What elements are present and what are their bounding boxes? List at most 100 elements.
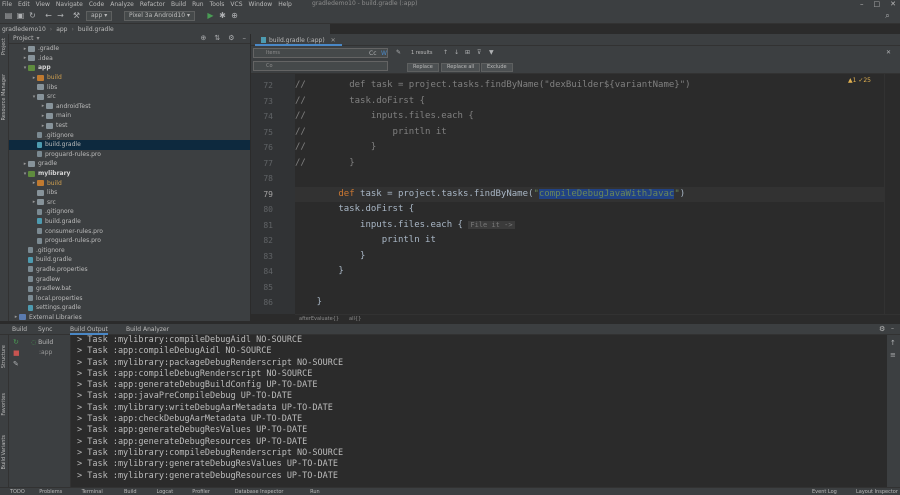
pin-icon[interactable]: ✎ bbox=[13, 360, 19, 368]
stop-icon[interactable]: ■ bbox=[13, 349, 20, 357]
menu-item-vcs[interactable]: VCS bbox=[230, 1, 242, 8]
tree-item[interactable]: ▾ mylibrary bbox=[9, 169, 250, 179]
hide-icon[interactable]: – bbox=[891, 325, 894, 332]
code-line[interactable]: // } bbox=[295, 140, 884, 156]
tree-item[interactable]: gradlew.bat bbox=[9, 284, 250, 294]
search-icon[interactable]: ⌕ bbox=[883, 11, 892, 20]
filter-icon[interactable]: ⊽ bbox=[477, 49, 481, 56]
tree-item[interactable]: build.gradle bbox=[9, 217, 250, 227]
tab-build-output[interactable]: Build Output bbox=[70, 326, 108, 335]
code-line[interactable]: // task.doFirst { bbox=[295, 94, 884, 110]
code-line[interactable] bbox=[295, 171, 884, 187]
debug-icon[interactable]: ✱ bbox=[218, 11, 227, 20]
gear-icon[interactable]: ⚙ bbox=[879, 325, 885, 333]
close-icon[interactable]: ✕ bbox=[886, 49, 891, 56]
collapse-all-icon[interactable]: ⇅ bbox=[214, 34, 220, 42]
stripe-favorites[interactable]: Favorites bbox=[1, 393, 7, 416]
breadcrumb-file[interactable]: build.gradle bbox=[78, 26, 114, 33]
gear-icon[interactable]: ⚙ bbox=[228, 34, 234, 42]
tree-item[interactable]: proguard-rules.pro bbox=[9, 150, 250, 160]
menu-item-window[interactable]: Window bbox=[249, 1, 273, 8]
tree-item[interactable]: .gitignore bbox=[9, 207, 250, 217]
tree-item[interactable]: consumer-rules.pro bbox=[9, 226, 250, 236]
forward-icon[interactable]: → bbox=[56, 11, 65, 20]
menu-item-file[interactable]: File bbox=[2, 1, 12, 8]
tree-item[interactable]: ▾ src bbox=[9, 92, 250, 102]
tree-item[interactable]: gradlew bbox=[9, 274, 250, 284]
locate-icon[interactable]: ⊕ bbox=[200, 34, 206, 42]
soft-wrap-icon[interactable]: ≡ bbox=[890, 351, 896, 359]
tree-item[interactable]: ▸ .idea bbox=[9, 54, 250, 64]
run-config-select[interactable]: app ▾ bbox=[86, 11, 113, 21]
back-icon[interactable]: ← bbox=[44, 11, 53, 20]
inspection-widget[interactable]: ▲1 ✓25 bbox=[848, 77, 871, 84]
attach-icon[interactable]: ⊕ bbox=[230, 11, 239, 20]
code-editor[interactable]: // def task = project.tasks.findByName("… bbox=[295, 74, 884, 314]
stripe-project[interactable]: Project bbox=[1, 38, 7, 55]
search-input[interactable]: Items bbox=[253, 48, 388, 58]
code-line[interactable]: } bbox=[295, 295, 884, 311]
menu-item-edit[interactable]: Edit bbox=[18, 1, 30, 8]
code-line[interactable]: inputs.files.each { File it -> bbox=[295, 218, 884, 234]
status-tab-database-inspector[interactable]: Database Inspector bbox=[235, 488, 284, 495]
tab-build[interactable]: Build bbox=[12, 326, 27, 333]
tree-item[interactable]: ▾ app bbox=[9, 63, 250, 73]
code-line[interactable] bbox=[295, 280, 884, 296]
tree-item[interactable]: ▸ gradle bbox=[9, 159, 250, 169]
menu-item-run[interactable]: Run bbox=[192, 1, 204, 8]
build-tree-item[interactable]: :app bbox=[39, 349, 52, 356]
stripe-structure[interactable]: Structure bbox=[1, 345, 7, 368]
menu-item-build[interactable]: Build bbox=[171, 1, 186, 8]
folder-open-icon[interactable]: ▤ bbox=[4, 11, 13, 20]
replace-button[interactable]: Replace bbox=[407, 63, 439, 72]
chevron-down-icon[interactable]: ▾ bbox=[37, 35, 40, 42]
settings-icon[interactable]: ▼ bbox=[489, 49, 494, 56]
tab-build-analyzer[interactable]: Build Analyzer bbox=[126, 326, 169, 333]
replace-input[interactable]: Co bbox=[253, 61, 388, 71]
menu-item-view[interactable]: View bbox=[36, 1, 50, 8]
status-tab-logcat[interactable]: Logcat bbox=[157, 488, 174, 495]
menu-item-code[interactable]: Code bbox=[89, 1, 104, 8]
maximize-icon[interactable]: □ bbox=[874, 0, 881, 8]
tree-item[interactable]: gradle.properties bbox=[9, 265, 250, 275]
breadcrumb-module[interactable]: app bbox=[56, 26, 67, 33]
close-icon[interactable]: ✕ bbox=[890, 0, 896, 8]
status-tab-layout-inspector[interactable]: Layout Inspector bbox=[856, 488, 898, 495]
match-case-icon[interactable]: Cc bbox=[369, 50, 377, 57]
code-line[interactable]: // inputs.files.each { bbox=[295, 109, 884, 125]
tree-item[interactable]: local.properties bbox=[9, 293, 250, 303]
tree-item[interactable]: libs bbox=[9, 82, 250, 92]
code-line[interactable]: // println it bbox=[295, 125, 884, 141]
pin-icon[interactable]: ✎ bbox=[396, 49, 401, 56]
code-breadcrumb-item[interactable]: all{} bbox=[349, 316, 361, 322]
exclude-button[interactable]: Exclude bbox=[481, 63, 513, 72]
tree-item[interactable]: ▸ build bbox=[9, 73, 250, 83]
stripe-build-variants[interactable]: Build Variants bbox=[1, 435, 7, 469]
status-tab-build[interactable]: Build bbox=[124, 488, 137, 495]
tree-item[interactable]: ▸ main bbox=[9, 111, 250, 121]
tree-item[interactable]: .gitignore bbox=[9, 245, 250, 255]
code-line[interactable]: } bbox=[295, 264, 884, 280]
close-tab-icon[interactable]: ✕ bbox=[331, 37, 336, 44]
editor-scrollbar[interactable] bbox=[884, 74, 900, 314]
replace-all-button[interactable]: Replace all bbox=[441, 63, 481, 72]
tree-item[interactable]: proguard-rules.pro bbox=[9, 236, 250, 246]
menu-item-analyze[interactable]: Analyze bbox=[110, 1, 134, 8]
tree-item[interactable]: libs bbox=[9, 188, 250, 198]
save-icon[interactable]: ▣ bbox=[16, 11, 25, 20]
menu-item-refactor[interactable]: Refactor bbox=[140, 1, 165, 8]
menu-item-navigate[interactable]: Navigate bbox=[56, 1, 83, 8]
stripe-resource-manager[interactable]: Resource Manager bbox=[1, 74, 7, 120]
code-line[interactable]: // def task = project.tasks.findByName("… bbox=[295, 78, 884, 94]
run-icon[interactable]: ▶ bbox=[206, 11, 215, 20]
device-select[interactable]: Pixel 3a Android10 ▾ bbox=[124, 11, 195, 21]
code-line[interactable]: println it bbox=[295, 233, 884, 249]
status-tab-event-log[interactable]: Event Log bbox=[812, 488, 837, 495]
tree-item[interactable]: ▸ External Libraries bbox=[9, 313, 250, 321]
next-occurrence-icon[interactable]: ↓ bbox=[454, 49, 459, 56]
status-tab-terminal[interactable]: Terminal bbox=[82, 488, 103, 495]
minimize-icon[interactable]: – bbox=[860, 0, 864, 8]
code-line[interactable]: } bbox=[295, 249, 884, 265]
build-tree-root[interactable]: ◌ Build bbox=[31, 339, 53, 346]
restart-icon[interactable]: ↻ bbox=[13, 338, 19, 346]
